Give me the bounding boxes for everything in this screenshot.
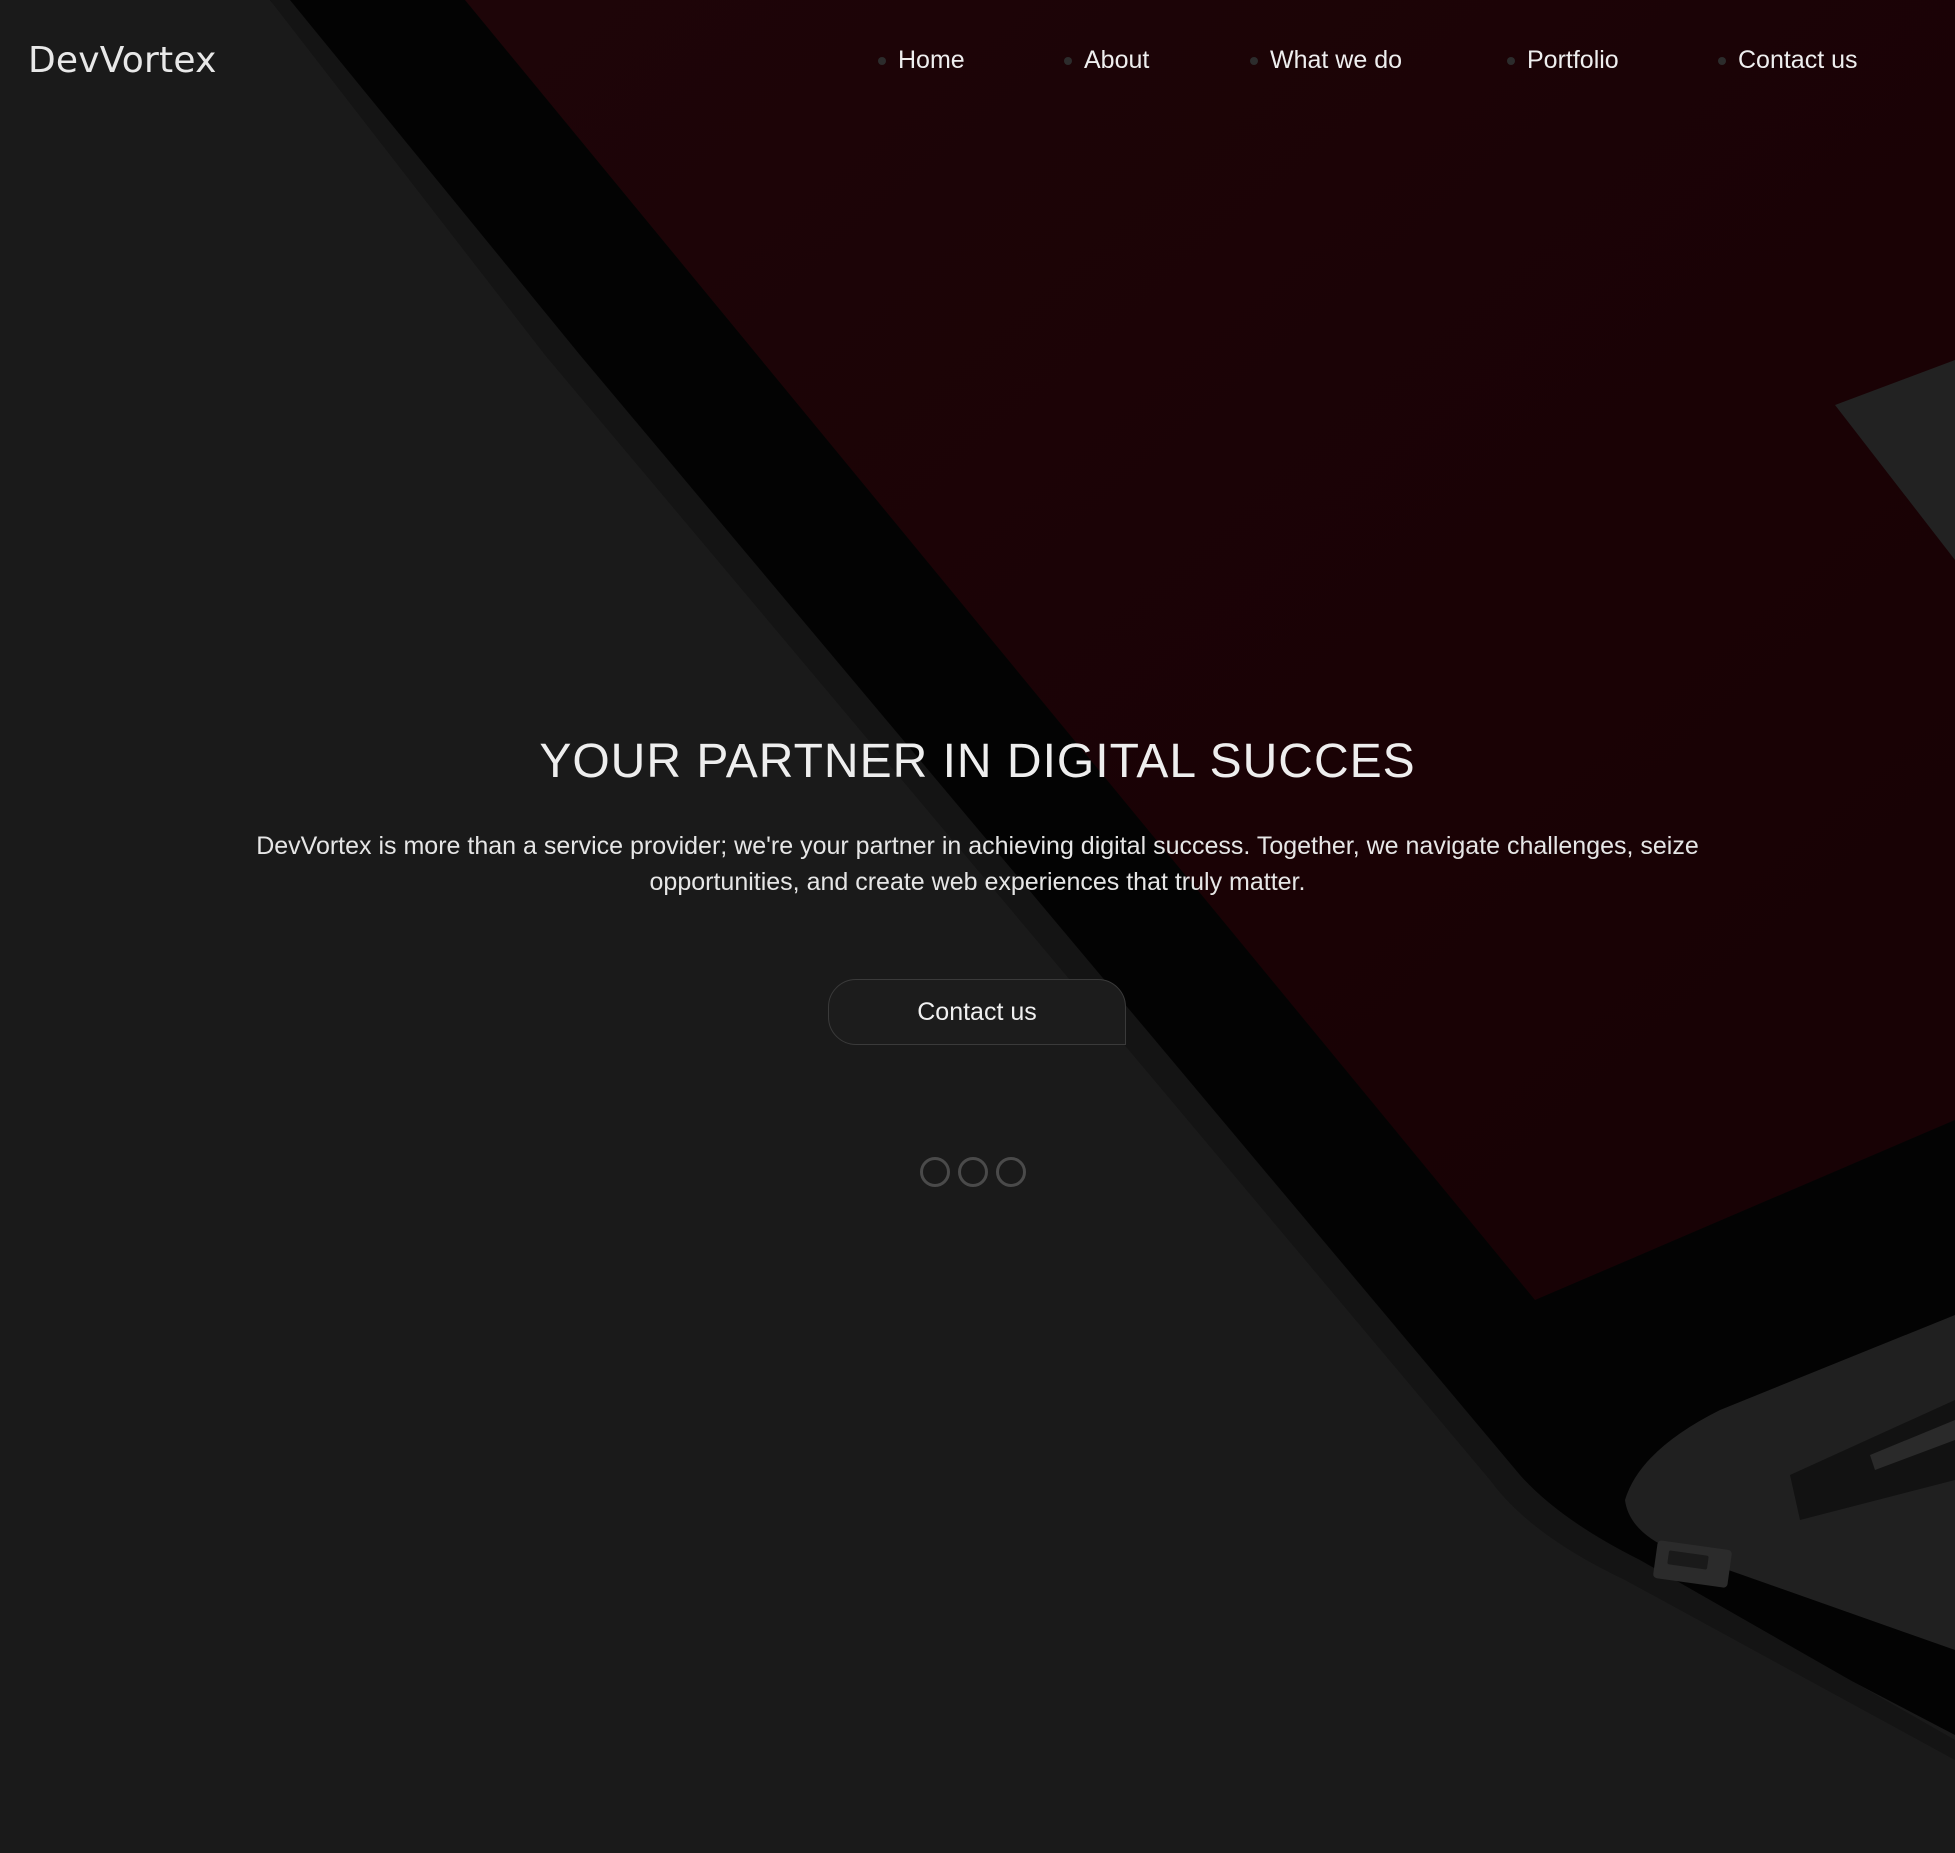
bullet-icon	[1064, 56, 1072, 65]
bullet-icon	[1507, 56, 1515, 65]
page: DevVortex Home About What we do Portfoli…	[0, 0, 1955, 1853]
nav-item-contact-us[interactable]: Contact us	[1718, 46, 1858, 75]
nav-item-label: Contact us	[1738, 46, 1858, 74]
nav-item-label: About	[1084, 46, 1150, 74]
nav-item-portfolio[interactable]: Portfolio	[1507, 46, 1619, 75]
hero-title: YOUR PARTNER IN DIGITAL SUCCES	[539, 735, 1416, 788]
bullet-icon	[1250, 56, 1258, 65]
nav-item-label: Home	[898, 46, 965, 74]
hero-section: YOUR PARTNER IN DIGITAL SUCCES DevVortex…	[0, 730, 1955, 900]
contact-us-button[interactable]: Contact us	[828, 979, 1126, 1045]
carousel-dot[interactable]	[920, 1157, 950, 1187]
bullet-icon	[878, 56, 886, 65]
nav-item-about[interactable]: About	[1064, 46, 1149, 75]
nav-item-home[interactable]: Home	[878, 46, 965, 75]
nav-item-label: Portfolio	[1527, 46, 1619, 74]
hero-description-line: DevVortex is more than a service provide…	[256, 832, 1699, 860]
main-nav: Home About What we do Portfolio Contact …	[0, 46, 1955, 86]
hero-background-image	[0, 0, 1955, 1853]
bullet-icon	[1718, 56, 1726, 65]
nav-item-what-we-do[interactable]: What we do	[1250, 46, 1402, 75]
carousel-dot[interactable]	[996, 1157, 1026, 1187]
nav-item-label: What we do	[1270, 46, 1403, 74]
site-header: DevVortex Home About What we do Portfoli…	[0, 0, 1955, 130]
hero-description-line: opportunities, and create web experience…	[649, 868, 1306, 896]
hero-description: DevVortex is more than a service provide…	[178, 828, 1778, 900]
carousel-indicators	[920, 1157, 1040, 1189]
carousel-dot[interactable]	[958, 1157, 988, 1187]
